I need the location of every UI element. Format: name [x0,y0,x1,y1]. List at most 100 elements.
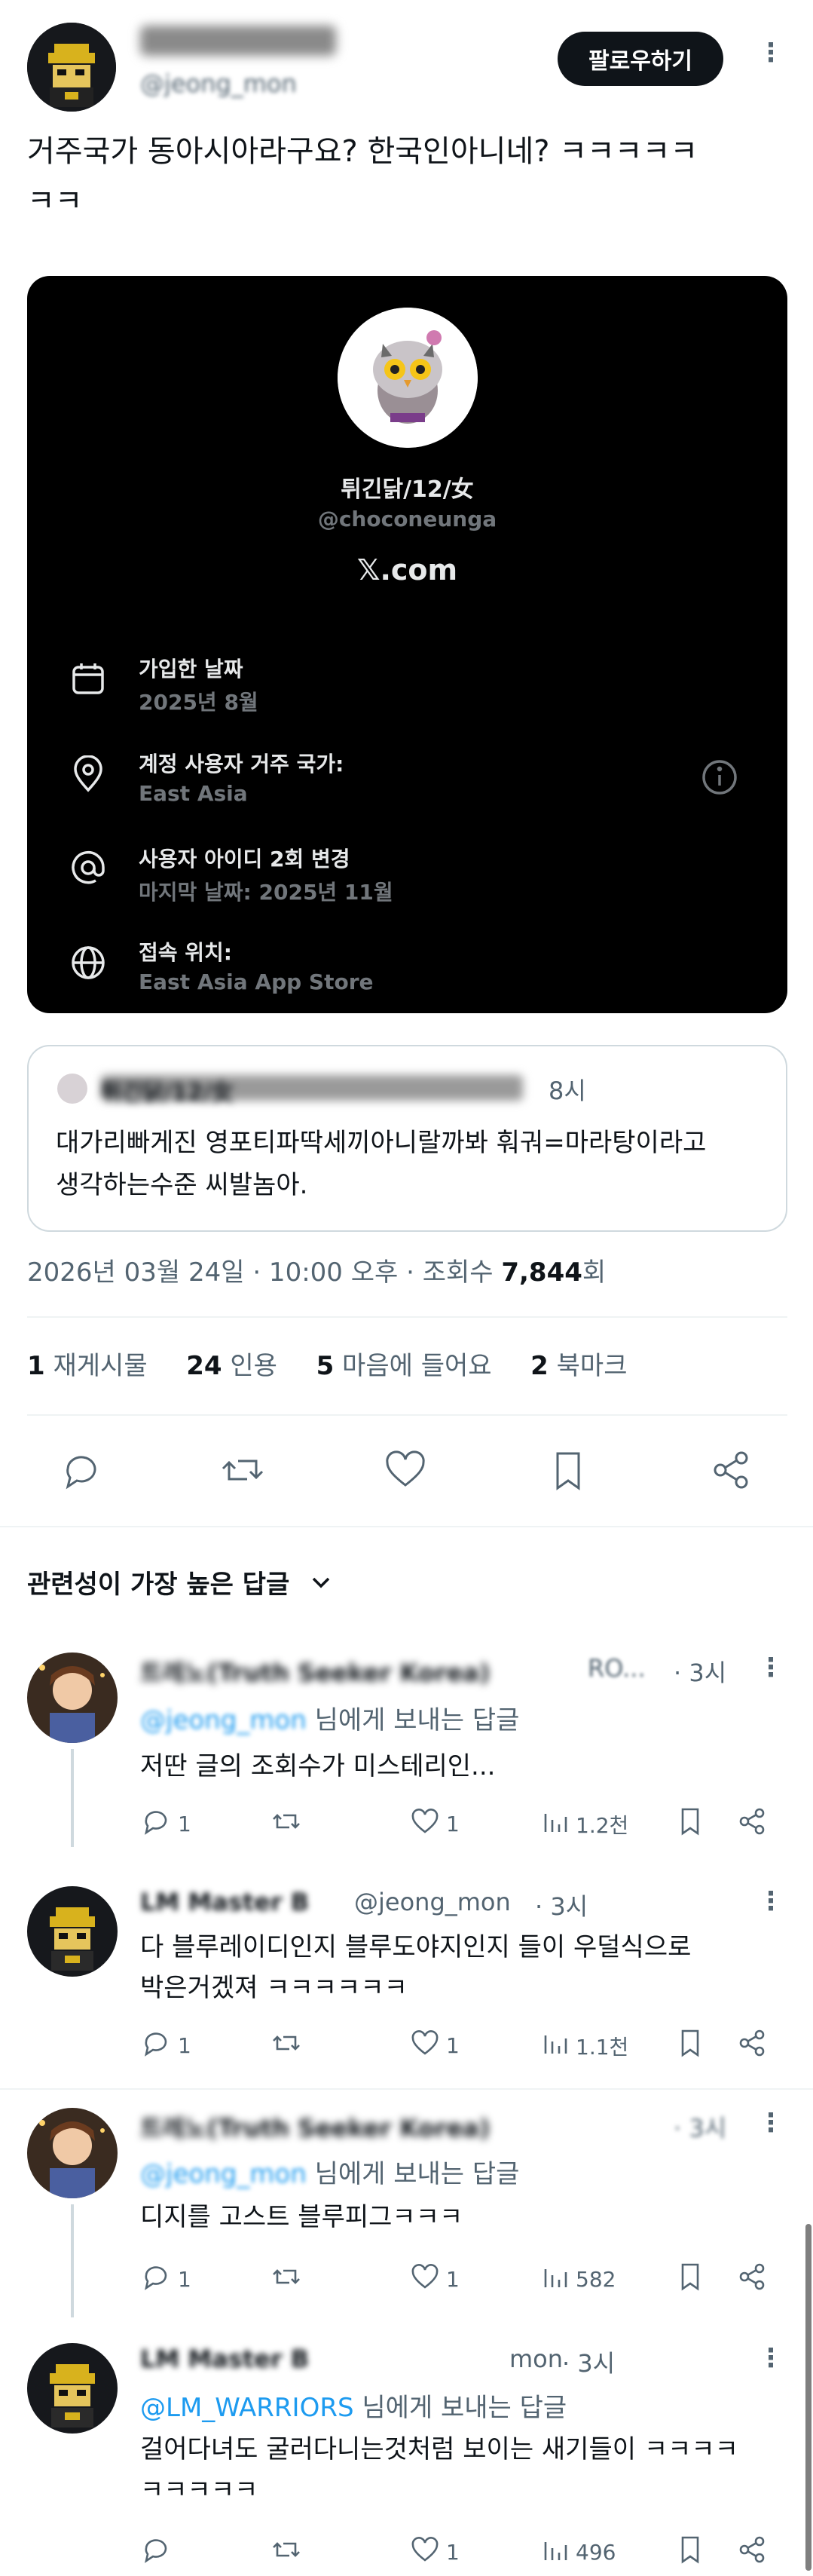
quote-text-line: 생각하는수준 씨발놈아. [56,1170,308,1200]
reply-like-button[interactable]: 1 [408,2533,460,2571]
reposts-label: 재게시물 [53,1351,148,1381]
reply-author-name[interactable]: LM Master B [140,2345,309,2373]
likes-stat[interactable]: 5 마음에 들어요 [316,1351,492,1381]
scrollbar[interactable] [805,2224,811,2571]
reposts-stat[interactable]: 1 재게시물 [27,1351,148,1381]
views-chart-icon [539,2260,573,2299]
reply-to-suffix: 님에게 보내는 답글 [353,2393,567,2423]
reply-to-line: @jeong_mon 님에게 보내는 답글 [140,1699,519,1736]
author-handle[interactable]: @jeong_mon [140,69,297,98]
reply-author-name[interactable]: 트레노(Truth Seeker Korea) [140,2109,490,2144]
reply-views-button[interactable]: 1.1천 [539,2026,628,2065]
reply-action-bar: 1 496 [140,2533,803,2571]
reply-comment-button[interactable]: 1 [140,2260,191,2299]
location-pin-icon [69,755,107,796]
views-unit: 회 [582,1257,607,1288]
like-icon [408,2026,442,2065]
post-timestamp[interactable]: 2026년 03월 24일 · 10:00 오후 · 조회수 [27,1257,501,1288]
reply-icon [140,2260,173,2299]
views-chart-icon [539,1805,573,1843]
reposts-count: 1 [27,1351,45,1381]
repost-icon[interactable] [270,2260,303,2299]
reply-view-count: 1.1천 [576,2034,629,2060]
like-icon [408,2533,442,2571]
card-handle: @choconeunga [317,507,497,531]
views-chart-icon [539,2533,573,2571]
quoted-post[interactable]: 튀긴닭/12/女 8시 대가리빠게진 영포티파딱세끼아니랄까봐 훠궈=마라탕이라… [27,1045,787,1232]
follow-button[interactable]: 팔로우하기 [558,32,723,86]
reply-sort-label: 관련성이 가장 높은 답글 [27,1570,290,1600]
reply-avatar[interactable] [27,1652,118,1743]
reply-avatar[interactable] [27,1886,118,1977]
more-vertical-icon[interactable]: ⋮ [758,2343,784,2373]
bookmarks-stat[interactable]: 2 북마크 [530,1351,627,1381]
reply-text: 다 블루레이디인지 블루도야지인지 들이 우덜식으로 박은거겠져 ㅋㅋㅋㅋㅋㅋ [140,1927,691,2008]
more-vertical-icon[interactable]: ⋮ [758,1886,784,1916]
reply-time[interactable]: · 3시 [674,2109,726,2144]
repost-icon[interactable] [219,1446,267,1497]
reply-icon [140,2026,173,2065]
bookmark-icon[interactable] [544,1446,592,1497]
share-icon[interactable] [735,2260,769,2299]
reply-like-button[interactable]: 1 [408,2026,460,2065]
reply-icon[interactable] [57,1446,105,1497]
author-avatar[interactable] [27,23,116,112]
reply-view-count: 1.2천 [576,1812,629,1838]
bookmark-icon[interactable] [674,2026,707,2065]
reply-author-handle[interactable]: mon [509,2345,563,2373]
reply-comment-count: 1 [178,2033,191,2058]
bookmark-icon[interactable] [674,2533,707,2571]
share-icon[interactable] [735,2533,769,2571]
reply-author-handle[interactable]: @jeong_mon [354,1888,511,1916]
reply-action-bar: 1 1 1.1천 [140,2026,803,2064]
reply-to-line: @jeong_mon 님에게 보내는 답글 [140,2153,519,2190]
reply-author-name[interactable]: 트레노(Truth Seeker Korea) [140,1654,490,1689]
reply-like-button[interactable]: 1 [408,2260,460,2299]
reply-avatar[interactable] [27,2343,118,2434]
reply-like-count: 1 [446,1812,460,1836]
like-icon[interactable] [381,1446,429,1497]
repost-icon[interactable] [270,2026,303,2065]
reply-to-mention[interactable]: @jeong_mon [140,2159,307,2189]
reply-views-button[interactable]: 582 [539,2260,616,2299]
reply-to-mention[interactable]: @jeong_mon [140,1705,307,1735]
bookmark-icon[interactable] [674,1805,707,1843]
reply-time[interactable]: · 3시 [535,1888,588,1922]
share-icon[interactable] [707,1446,755,1497]
author-name[interactable] [140,26,336,56]
quotes-stat[interactable]: 24 인용 [186,1351,277,1381]
more-vertical-icon[interactable]: ⋮ [758,2108,784,2138]
repost-icon[interactable] [270,1805,303,1843]
reply-text-line: 걸어다녀도 굴러다니는것처럼 보이는 새기들이 ㅋㅋㅋㅋ [140,2434,738,2464]
reply-sort-dropdown[interactable]: 관련성이 가장 높은 답글 [27,1564,333,1601]
reply-views-button[interactable]: 1.2천 [539,1805,628,1843]
reply-time[interactable]: · 3시 [562,2345,615,2379]
profile-card-image[interactable]: 튀긴닭/12/女 @choconeunga 𝕏.com 가입한 날짜 2025년… [27,276,787,1013]
calendar-icon [69,660,107,701]
quote-time: 8시 [549,1077,586,1105]
bookmark-icon[interactable] [674,2260,707,2299]
reply-to-suffix: 님에게 보내는 답글 [306,1705,520,1735]
info-icon[interactable] [701,758,738,799]
reply-comment-button[interactable]: 1 [140,2026,191,2065]
reply-comment-count: 1 [178,1812,191,1836]
post-meta: 2026년 03월 24일 · 10:00 오후 · 조회수 7,844회 [27,1251,606,1288]
more-vertical-icon[interactable]: ⋮ [758,1652,784,1683]
reply-avatar[interactable] [27,2108,118,2198]
reply-author-handle[interactable]: RO... [588,1654,646,1683]
reply-comment-button[interactable]: 1 [140,1805,191,1843]
reply-views-button[interactable]: 496 [539,2533,616,2571]
reply-like-button[interactable]: 1 [408,1805,460,1843]
share-icon[interactable] [735,2026,769,2065]
reply-to-mention[interactable]: @LM_WARRIORS [140,2393,354,2423]
card-row-label: 사용자 아이디 2회 변경 [139,847,350,871]
post-text-line: 거주국가 동아시아라구요? 한국인아니네? ㅋㅋㅋㅋㅋ [27,134,698,169]
reply-time[interactable]: · 3시 [674,1654,726,1689]
reply-like-count: 1 [446,2540,460,2565]
share-icon[interactable] [735,1805,769,1843]
reply-author-name[interactable]: LM Master B [140,1888,309,1916]
reply-icon[interactable] [140,2533,173,2571]
like-icon [408,1805,442,1843]
more-vertical-icon[interactable]: ⋮ [758,38,784,68]
repost-icon[interactable] [270,2533,303,2571]
